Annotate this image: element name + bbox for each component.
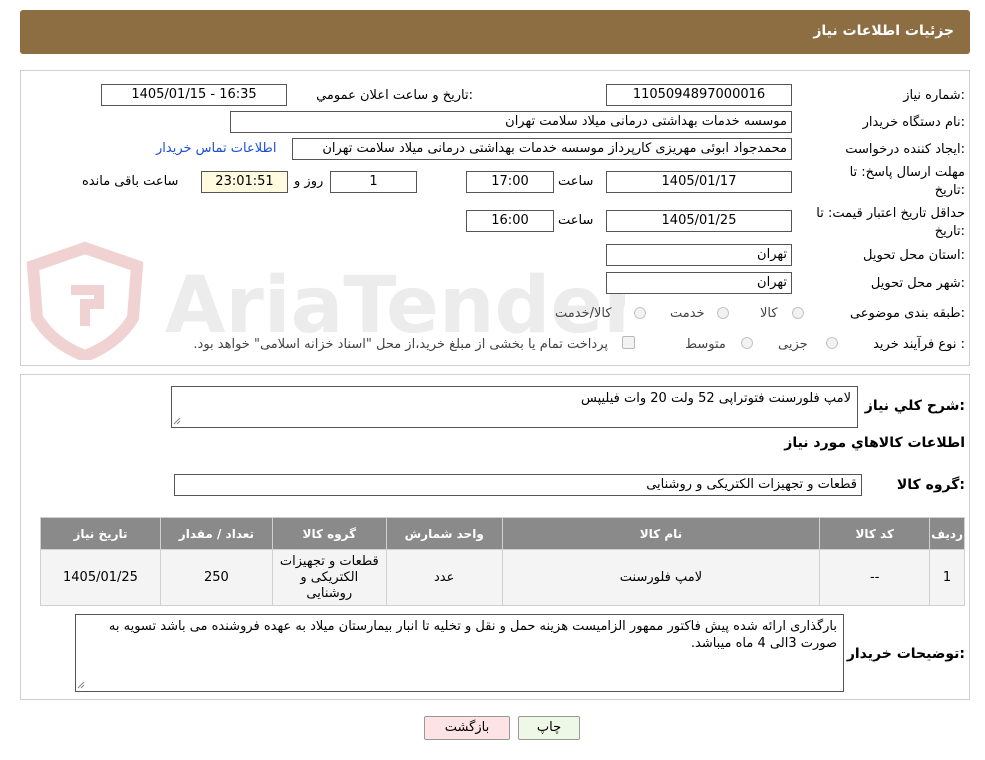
deadline-label-2: تاریخ: xyxy=(934,183,965,198)
print-button[interactable]: چاپ xyxy=(518,716,580,740)
remaining-time-field: 23:01:51 xyxy=(201,171,288,193)
table-header-row: ردیف کد کالا نام کالا واحد شمارش گروه کا… xyxy=(40,517,965,550)
resize-handle-icon xyxy=(77,681,85,689)
category-radio-both[interactable] xyxy=(634,307,646,319)
days-label: روز و xyxy=(294,174,324,189)
col-group: گروه کالا xyxy=(271,517,387,550)
resize-handle-icon xyxy=(173,417,181,425)
province-label: استان محل تحویل: xyxy=(863,248,965,263)
col-qty: تعداد / مقدار xyxy=(159,517,273,550)
creator-label: ایجاد کننده درخواست: xyxy=(845,142,965,157)
remaining-label: ساعت باقی مانده xyxy=(82,174,179,189)
buyer-org-field: موسسه خدمات بهداشتی درمانی میلاد سلامت ت… xyxy=(230,111,792,133)
summary-label: شرح کلي نیاز: xyxy=(864,398,965,414)
city-label: شهر محل تحویل: xyxy=(870,276,965,291)
page-header: جزئیات اطلاعات نیاز xyxy=(20,10,970,54)
deadline-time-label: ساعت xyxy=(558,174,594,189)
category-radio-service[interactable] xyxy=(717,307,729,319)
category-option-both: کالا/خدمت xyxy=(555,306,612,321)
cell-date: 1405/01/25 xyxy=(40,549,161,606)
announce-field: 1405/01/15 - 16:35 xyxy=(101,84,287,106)
cell-code: -- xyxy=(819,549,931,606)
process-radio-minor[interactable] xyxy=(826,337,838,349)
cell-row: 1 xyxy=(929,549,965,606)
col-name: نام کالا xyxy=(501,517,821,550)
deadline-time-field: 17:00 xyxy=(466,171,554,193)
category-option-service: خدمت xyxy=(670,306,705,321)
notes-field: بارگذاری ارائه شده پیش فاکتور ممهور الزا… xyxy=(75,614,844,692)
col-row: ردیف xyxy=(929,517,965,550)
payment-checkbox[interactable] xyxy=(622,336,635,349)
validity-time-label: ساعت xyxy=(558,213,594,228)
col-unit: واحد شمارش xyxy=(385,517,503,550)
process-radio-medium[interactable] xyxy=(741,337,753,349)
page-title: جزئیات اطلاعات نیاز xyxy=(813,23,954,39)
buyer-org-label: نام دستگاه خریدار: xyxy=(862,115,965,130)
validity-label: حداقل تاریخ اعتبار قیمت: تا xyxy=(816,206,965,221)
process-option-minor: جزیی xyxy=(778,337,808,352)
contact-info-link[interactable]: اطلاعات تماس خریدار xyxy=(156,141,276,156)
validity-date-field: 1405/01/25 xyxy=(606,210,792,232)
notes-label: توضیحات خریدار: xyxy=(846,646,965,662)
cell-group: قطعات و تجهیزات الکتریکی و روشنایی xyxy=(271,549,387,606)
items-title: اطلاعات کالاهاي مورد نیاز xyxy=(784,435,965,451)
cell-qty: 250 xyxy=(159,549,273,606)
process-option-medium: متوسط xyxy=(685,337,726,352)
payment-note: پرداخت تمام یا بخشی از مبلغ خرید،از محل … xyxy=(193,337,608,352)
deadline-label: مهلت ارسال پاسخ: تا xyxy=(849,165,965,180)
group-field: قطعات و تجهیزات الکتریکی و روشنایی xyxy=(174,474,862,496)
summary-field: لامپ فلورسنت فتوتراپی 52 ولت 20 وات فیلی… xyxy=(171,386,858,428)
deadline-date-field: 1405/01/17 xyxy=(606,171,792,193)
creator-field: محمدجواد ابوئی مهریزی کارپرداز موسسه خدم… xyxy=(292,138,792,160)
cell-name: لامپ فلورسنت xyxy=(501,549,821,606)
items-table: ردیف کد کالا نام کالا واحد شمارش گروه کا… xyxy=(40,517,965,606)
announce-label: تاریخ و ساعت اعلان عمومي: xyxy=(316,88,473,103)
validity-time-field: 16:00 xyxy=(466,210,554,232)
cell-unit: عدد xyxy=(385,549,503,606)
category-option-goods: کالا xyxy=(760,306,778,321)
col-date: تاریخ نیاز xyxy=(40,517,161,550)
validity-label-2: تاریخ: xyxy=(934,224,965,239)
province-field: تهران xyxy=(606,244,792,266)
group-label: گروه کالا: xyxy=(896,477,965,493)
table-row: 1 -- لامپ فلورسنت عدد قطعات و تجهیزات ال… xyxy=(40,549,965,606)
back-button[interactable]: بازگشت xyxy=(424,716,510,740)
col-code: کد کالا xyxy=(819,517,931,550)
category-label: طبقه بندی موضوعی: xyxy=(849,306,965,321)
need-number-label: شماره نیاز: xyxy=(903,88,965,103)
need-number-field: 1105094897000016 xyxy=(606,84,792,106)
process-label: نوع فرآیند خرید : xyxy=(873,337,965,352)
days-field: 1 xyxy=(330,171,417,193)
city-field: تهران xyxy=(606,272,792,294)
category-radio-goods[interactable] xyxy=(792,307,804,319)
